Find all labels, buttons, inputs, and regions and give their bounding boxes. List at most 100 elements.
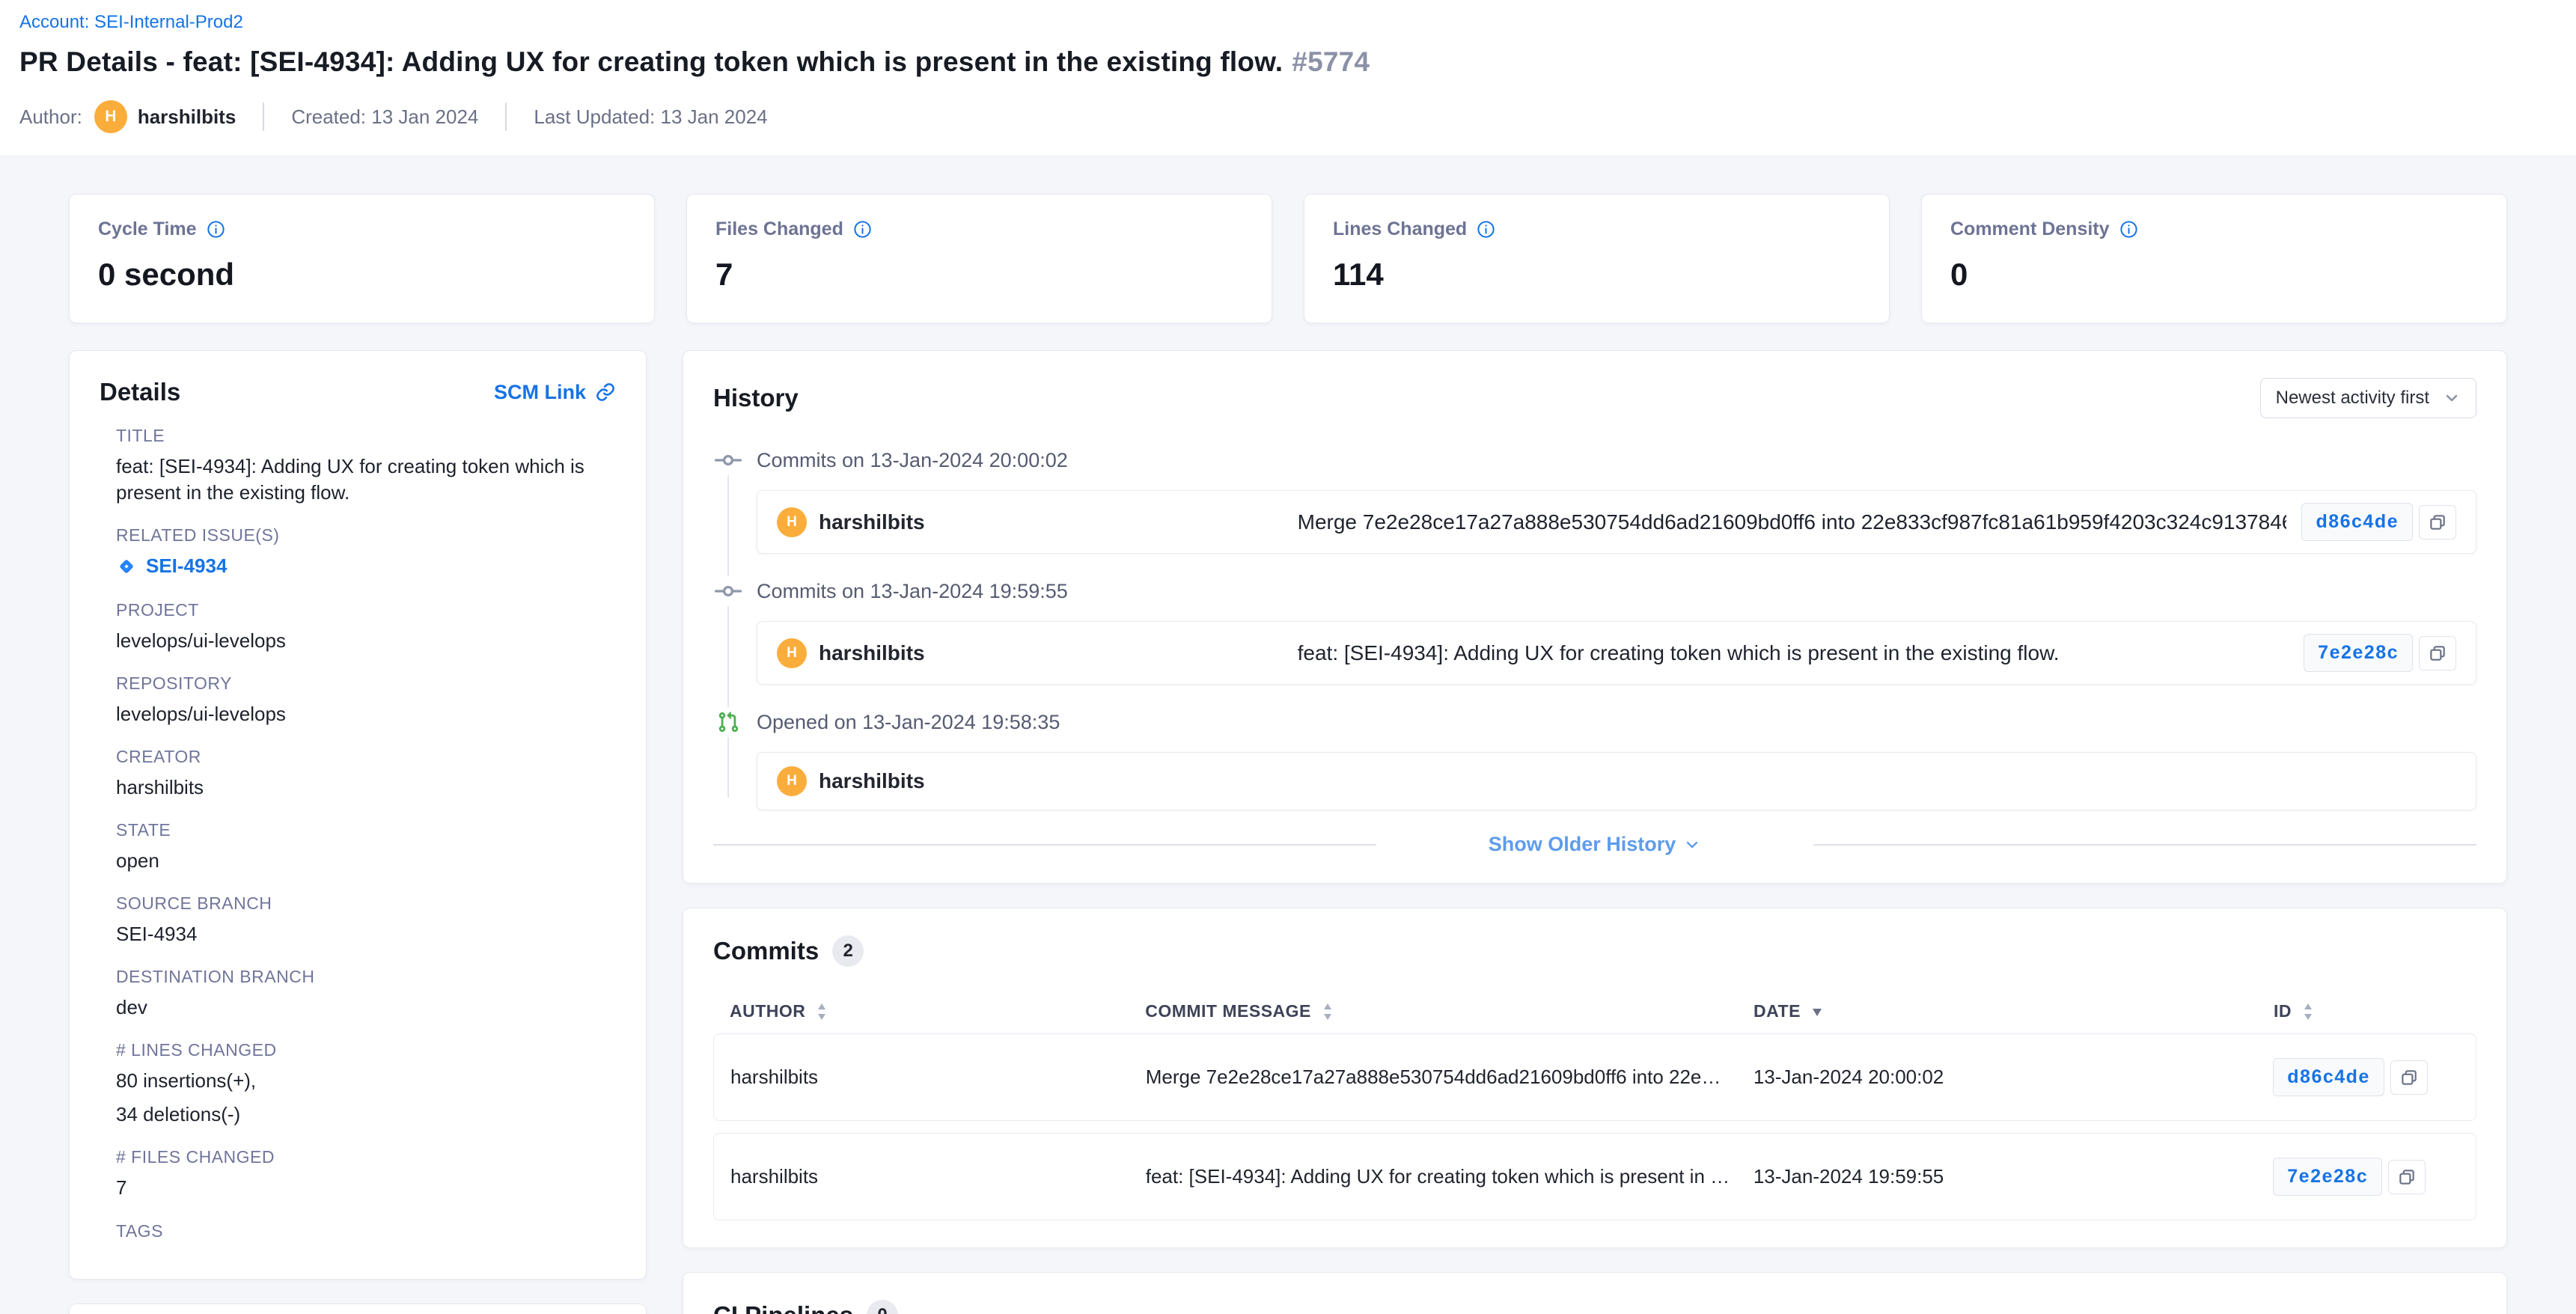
divider <box>505 103 507 131</box>
history-event-title: Commits on 13-Jan-2024 19:59:55 <box>757 580 1068 603</box>
history-timeline: Commits on 13-Jan-2024 20:00:02 H harshi… <box>713 445 2476 856</box>
field-state: STATE open <box>100 820 616 874</box>
column-header-author[interactable]: AUTHOR <box>713 1001 1145 1021</box>
commit-hash-badge[interactable]: d86c4de <box>2301 503 2413 541</box>
details-panel: Details SCM Link TITLE feat: [SEI-4934]:… <box>69 350 647 1280</box>
right-column: History Newest activity first <box>683 350 2507 1314</box>
info-icon[interactable] <box>852 219 873 239</box>
history-event-card: H harshilbits Merge 7e2e28ce17a27a888e53… <box>757 490 2476 554</box>
field-lines-changed: # LINES CHANGED 80 insertions(+), 34 del… <box>100 1040 616 1128</box>
jira-issue-icon <box>116 556 137 577</box>
metric-label: Lines Changed <box>1333 219 1467 240</box>
commit-hash-badge[interactable]: 7e2e28c <box>2304 634 2413 672</box>
column-header-date[interactable]: DATE <box>1754 1001 2274 1021</box>
history-event-title: Opened on 13-Jan-2024 19:58:35 <box>757 711 1060 734</box>
history-event-card: H harshilbits <box>757 752 2476 810</box>
history-event: Opened on 13-Jan-2024 19:58:35 H harshil… <box>713 707 2476 810</box>
ci-pipelines-heading: CI Pipelines <box>713 1301 853 1314</box>
left-column: Details SCM Link TITLE feat: [SEI-4934]:… <box>69 350 647 1314</box>
commit-author: harshilbits <box>819 641 925 665</box>
scm-link[interactable]: SCM Link <box>494 381 616 404</box>
sort-icon <box>1320 1002 1335 1021</box>
divider <box>1813 844 2476 846</box>
history-event-card: H harshilbits feat: [SEI-4934]: Adding U… <box>757 621 2476 685</box>
metric-label: Comment Density <box>1950 219 2110 240</box>
metric-value: 7 <box>715 257 1243 293</box>
author-name: harshilbits <box>138 106 236 129</box>
commit-icon <box>713 445 743 475</box>
show-older-history-link[interactable]: Show Older History <box>1489 833 1702 856</box>
pr-title-text: PR Details - feat: [SEI-4934]: Adding UX… <box>19 46 1283 77</box>
divider <box>713 844 1376 846</box>
history-event: Commits on 13-Jan-2024 20:00:02 H harshi… <box>713 445 2476 554</box>
field-tags: TAGS <box>100 1221 616 1241</box>
chevron-down-icon <box>1683 836 1701 854</box>
commit-message-cell: feat: [SEI-4934]: Adding UX for creating… <box>1146 1165 1754 1188</box>
commit-hash-badge[interactable]: d86c4de <box>2273 1058 2384 1096</box>
avatar: H <box>777 638 807 668</box>
metric-value: 0 second <box>98 257 626 293</box>
commit-author: harshilbits <box>819 510 925 534</box>
commit-author-cell: harshilbits <box>714 1066 1146 1089</box>
pull-request-open-icon <box>713 707 743 737</box>
metric-label: Cycle Time <box>98 219 197 240</box>
info-icon[interactable] <box>206 219 226 239</box>
history-heading: History <box>713 384 799 412</box>
commits-heading: Commits <box>713 937 819 965</box>
pr-number: #5774 <box>1292 46 1370 77</box>
copy-icon[interactable] <box>2388 1160 2426 1194</box>
field-files-changed: # FILES CHANGED 7 <box>100 1147 616 1201</box>
author-avatar: H <box>94 100 127 133</box>
pr-details-page: Account: SEI-Internal-Prod2 PR Details -… <box>0 0 2576 1314</box>
link-icon <box>595 382 616 403</box>
last-updated-date: Last Updated: 13 Jan 2024 <box>534 106 767 129</box>
commit-table-row: harshilbits feat: [SEI-4934]: Adding UX … <box>713 1133 2476 1220</box>
info-icon[interactable] <box>1476 219 1496 239</box>
commit-message-cell: Merge 7e2e28ce17a27a888e530754dd6ad21609… <box>1146 1066 1754 1089</box>
commit-hash-badge[interactable]: 7e2e28c <box>2273 1158 2382 1196</box>
history-event-title: Commits on 13-Jan-2024 20:00:02 <box>757 449 1068 472</box>
page-title: PR Details - feat: [SEI-4934]: Adding UX… <box>19 46 2557 78</box>
commit-message: Merge 7e2e28ce17a27a888e530754dd6ad21609… <box>1298 510 2287 534</box>
sort-desc-icon <box>1810 1002 1825 1021</box>
commit-date-cell: 13-Jan-2024 19:59:55 <box>1754 1165 2273 1188</box>
author-label: Author: <box>19 106 82 129</box>
metric-value: 114 <box>1333 257 1861 293</box>
history-event: Commits on 13-Jan-2024 19:59:55 H harshi… <box>713 576 2476 685</box>
info-icon[interactable] <box>2119 219 2139 239</box>
related-issue-link[interactable]: SEI-4934 <box>116 554 227 578</box>
copy-icon[interactable] <box>2419 636 2456 670</box>
history-panel: History Newest activity first <box>683 350 2507 884</box>
pr-author: harshilbits <box>819 769 925 793</box>
field-creator: CREATOR harshilbits <box>100 747 616 801</box>
column-header-commit-message[interactable]: COMMIT MESSAGE <box>1145 1001 1754 1021</box>
commit-author-cell: harshilbits <box>714 1165 1146 1188</box>
show-older-history-row: Show Older History <box>713 833 2476 856</box>
commit-date-cell: 13-Jan-2024 20:00:02 <box>1754 1066 2273 1089</box>
copy-icon[interactable] <box>2390 1060 2428 1095</box>
ci-pipelines-count-badge: 0 <box>867 1300 898 1314</box>
ci-pipelines-panel: CI Pipelines 0 No Data <box>683 1272 2507 1314</box>
divider <box>263 103 264 131</box>
page-header: Account: SEI-Internal-Prod2 PR Details -… <box>0 0 2576 156</box>
commits-panel: Commits 2 AUTHOR COMMIT MESSAGE <box>683 908 2507 1248</box>
copy-icon[interactable] <box>2419 505 2456 540</box>
field-project: PROJECT levelops/ui-levelops <box>100 600 616 654</box>
metric-label: Files Changed <box>715 219 843 240</box>
metric-card-lines-changed: Lines Changed 114 <box>1304 194 1890 323</box>
commit-message: feat: [SEI-4934]: Adding UX for creating… <box>1298 641 2289 665</box>
history-sort-dropdown[interactable]: Newest activity first <box>2260 378 2476 418</box>
pr-meta-row: Author: H harshilbits Created: 13 Jan 20… <box>19 100 2557 133</box>
created-date: Created: 13 Jan 2024 <box>291 106 478 129</box>
field-destination-branch: DESTINATION BRANCH dev <box>100 967 616 1021</box>
metric-card-comment-density: Comment Density 0 <box>1921 194 2507 323</box>
avatar: H <box>777 507 807 537</box>
commit-icon <box>713 576 743 606</box>
account-breadcrumb-link[interactable]: Account: SEI-Internal-Prod2 <box>19 12 243 33</box>
avatar: H <box>777 766 807 796</box>
field-related-issues: RELATED ISSUE(S) SEI-4934 <box>100 525 616 581</box>
page-content: Cycle Time 0 second Files Changed 7 Line… <box>0 194 2576 1314</box>
commits-count-badge: 2 <box>832 935 864 967</box>
column-header-id[interactable]: ID <box>2274 1001 2476 1021</box>
metric-card-files-changed: Files Changed 7 <box>686 194 1272 323</box>
